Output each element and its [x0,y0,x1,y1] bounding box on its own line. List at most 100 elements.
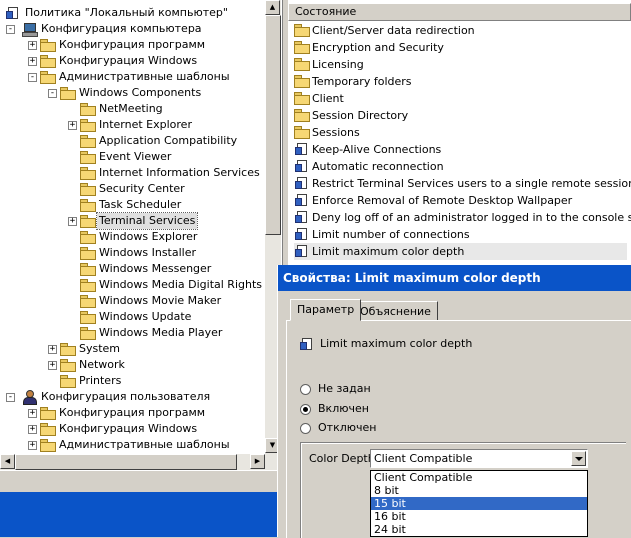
tree-item-label: Internet Explorer [99,118,192,131]
list-item-label: Limit number of connections [312,228,470,241]
console-tree[interactable]: Политика "Локальный компьютер" - Конфигура… [0,0,283,470]
expand-plus-icon[interactable]: + [48,345,57,354]
scroll-up-arrow-icon[interactable]: ▲ [265,0,280,15]
tree-item[interactable]: + Network [0,357,265,373]
expand-plus-icon[interactable]: + [28,41,37,50]
policy-setting-icon [295,160,307,172]
tree-item-label: Конфигурация компьютера [41,22,202,35]
tree-item[interactable]: Printers [0,373,265,389]
dialog-title-bar[interactable]: Свойства: Limit maximum color depth [278,265,631,291]
tree-item[interactable]: Windows Movie Maker [0,293,265,309]
policy-setting-icon [300,338,312,350]
tree-item[interactable]: Internet Information Services [0,165,265,181]
radio-disabled-dot[interactable] [300,423,311,434]
scroll-left-arrow-icon[interactable]: ◀ [0,454,15,469]
tree-item[interactable]: Политика "Локальный компьютер" [0,5,265,21]
tree-scroll-thumb[interactable] [265,15,281,235]
folder-icon [80,279,96,292]
tree-item[interactable]: Windows Explorer [0,229,265,245]
folder-icon [40,71,56,84]
dropdown-option[interactable]: 16 bit [371,510,587,523]
scroll-right-arrow-icon[interactable]: ▶ [250,454,265,469]
tree-item-label: Конфигурация пользователя [41,390,211,403]
expand-plus-icon[interactable]: + [48,361,57,370]
tree-item[interactable]: - Административные шаблоны [0,69,265,85]
folder-icon [294,92,310,105]
list-item-label: Enforce Removal of Remote Desktop Wallpa… [312,194,573,207]
dropdown-option[interactable]: 24 bit [371,523,587,536]
tree-item[interactable]: + System [0,341,265,357]
tree-item[interactable]: + Конфигурация программ [0,405,265,421]
tree-item-label: Windows Messenger [99,262,212,275]
tab-setting[interactable]: Параметр [290,299,362,321]
list-item-label: Client [312,92,344,105]
tree-item[interactable]: + Конфигурация Windows [0,421,265,437]
collapse-minus-icon[interactable]: - [6,25,15,34]
tree-item[interactable]: + Terminal Services [0,212,265,230]
tree-item-label: Application Compatibility [99,134,238,147]
tree-item[interactable]: + Административные шаблоны [0,437,265,453]
policy-icon [6,7,18,19]
tree-item[interactable]: NetMeeting [0,101,265,117]
tree-item[interactable]: - Конфигурация пользователя [0,389,265,405]
list-item-label: Client/Server data redirection [312,24,475,37]
tree-item[interactable]: - Конфигурация компьютера [0,21,265,37]
collapse-minus-icon[interactable]: - [6,393,15,402]
dropdown-arrow-icon[interactable] [571,451,586,466]
details-list[interactable]: Состояние Client/Server data redirection… [288,0,631,265]
tree-item-label: Windows Media Digital Rights Mana [99,278,283,291]
list-item-label: Automatic reconnection [312,160,444,173]
tree-item-label: Terminal Services [95,212,199,230]
folder-icon [80,215,96,228]
collapse-minus-icon[interactable]: - [48,89,57,98]
folder-icon [40,407,56,420]
radio-not-configured-dot[interactable] [300,384,311,395]
dropdown-option[interactable]: Client Compatible [371,471,587,484]
tree-hscroll-thumb[interactable] [15,454,237,470]
expand-plus-icon[interactable]: + [28,441,37,450]
list-item-label: Sessions [312,126,360,139]
radio-enabled-dot[interactable] [300,404,311,415]
tree-item-label: Политика "Локальный компьютер" [25,6,228,19]
dropdown-option[interactable]: 8 bit [371,484,587,497]
tree-item-label: Security Center [99,182,185,195]
collapse-minus-icon[interactable]: - [28,73,37,82]
tree-item[interactable]: Windows Installer [0,245,265,261]
tree-item-label: Административные шаблоны [59,438,230,451]
dropdown-option[interactable]: 15 bit [371,497,587,510]
tab-explanation[interactable]: Объяснение [353,301,438,321]
tree-item[interactable]: + Конфигурация программ [0,37,265,53]
expand-plus-icon[interactable]: + [68,121,77,130]
tree-item[interactable]: Windows Update [0,309,265,325]
expand-plus-icon[interactable]: + [28,409,37,418]
expand-plus-icon[interactable]: + [28,425,37,434]
tree-item-label: Internet Information Services [99,166,260,179]
tree-item[interactable]: Windows Media Digital Rights Mana [0,277,282,293]
tree-item[interactable]: + Конфигурация Windows [0,53,265,69]
tree-item[interactable]: Event Viewer [0,149,265,165]
tree-item[interactable]: Windows Media Player [0,325,265,341]
list-item[interactable]: Limit maximum color depth [294,243,627,260]
folder-icon [294,41,310,54]
tree-item-label: Конфигурация Windows [59,54,198,67]
folder-icon [80,103,96,116]
tree-item[interactable]: - Windows Components [0,85,265,101]
tree-item-label: Конфигурация Windows [59,422,198,435]
folder-icon [60,87,76,100]
tree-item[interactable]: + Internet Explorer [0,117,265,133]
color-depth-dropdown-list[interactable]: Client Compatible 8 bit 15 bit 16 bit 24 bit [370,470,588,537]
tree-item-label: Windows Components [79,86,202,99]
folder-icon [294,75,310,88]
tree-item[interactable]: Task Scheduler [0,197,265,213]
list-item-label: Deny log off of an administrator logged … [312,211,631,224]
tree-item[interactable]: Application Compatibility [0,133,265,149]
folder-icon [294,24,310,37]
tree-horizontal-scrollbar[interactable]: ◀ ▶ [0,454,281,470]
expand-plus-icon[interactable]: + [28,57,37,66]
column-header-state[interactable]: Состояние [288,3,631,21]
tree-item[interactable]: Security Center [0,181,265,197]
tree-item[interactable]: Windows Messenger [0,261,265,277]
list-item-label: Restrict Terminal Services users to a si… [312,177,631,190]
color-depth-select[interactable]: Client Compatible [370,449,588,468]
expand-plus-icon[interactable]: + [68,217,77,226]
